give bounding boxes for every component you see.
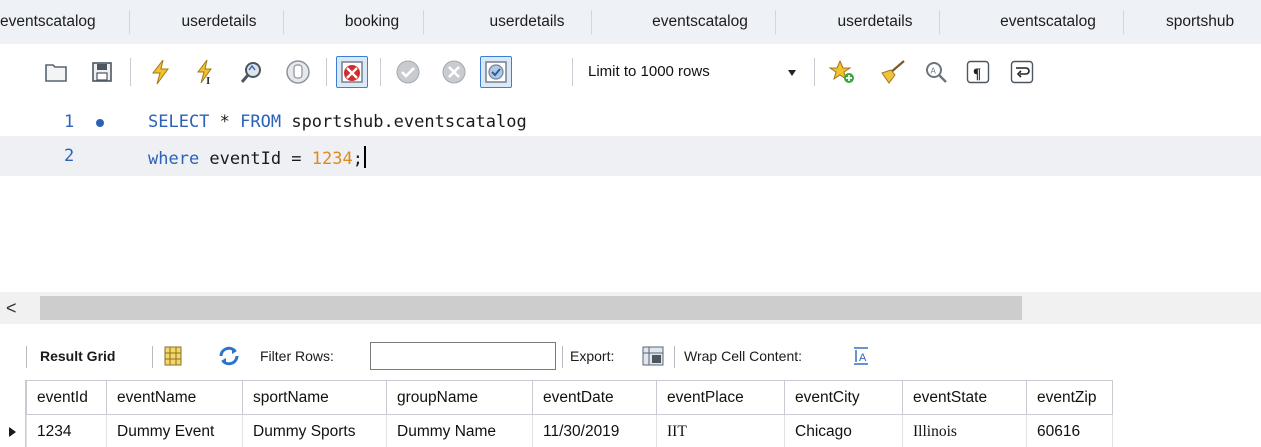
column-header-eventName[interactable]: eventName	[106, 380, 243, 415]
wrap-lines-icon	[1010, 60, 1034, 84]
svg-text:¶: ¶	[973, 66, 981, 82]
commit-icon	[396, 60, 420, 84]
grid-form-icon[interactable]	[164, 346, 182, 366]
tab-booking[interactable]: booking	[322, 0, 424, 44]
scroll-left-arrow[interactable]: <	[6, 298, 17, 319]
svg-text:A: A	[859, 352, 867, 364]
pilcrow-icon: ¶	[966, 60, 990, 84]
limit-rows-value: Limit to 1000 rows	[588, 63, 710, 80]
text-caret	[363, 146, 366, 168]
result-toolbar: Result Grid Filter Rows: Export: Wrap Ce…	[0, 338, 1261, 374]
tab-eventscatalog-3[interactable]: eventscatalog	[974, 0, 1124, 44]
search-icon: A	[926, 62, 947, 83]
refresh-icon[interactable]	[218, 346, 240, 366]
wrap-cell-icon[interactable]: A	[852, 346, 870, 366]
chevron-down-icon	[788, 70, 796, 76]
column-header-eventState[interactable]: eventState	[902, 380, 1027, 415]
cell-eventDate[interactable]: 11/30/2019	[532, 414, 657, 447]
tab-sportshub[interactable]: sportshub	[1166, 0, 1261, 44]
rollback-icon	[442, 60, 466, 84]
column-header-eventZip[interactable]: eventZip	[1026, 380, 1113, 415]
rollback-button[interactable]	[438, 56, 470, 88]
find-replace-button[interactable]: A	[920, 56, 952, 88]
cell-eventName[interactable]: Dummy Event	[106, 414, 243, 447]
filter-rows-input[interactable]	[370, 342, 556, 370]
export-icon[interactable]	[642, 346, 664, 366]
open-file-icon	[45, 64, 67, 82]
column-header-eventCity[interactable]: eventCity	[784, 380, 903, 415]
stop-on-error-icon	[341, 61, 363, 83]
cell-eventZip[interactable]: 60616	[1026, 414, 1113, 447]
wrap-lines-button[interactable]	[1006, 56, 1038, 88]
line-number: 2	[64, 146, 75, 166]
stop-on-error-toggle[interactable]	[336, 56, 368, 88]
line-number: 1	[64, 112, 75, 132]
column-header-eventPlace[interactable]: eventPlace	[656, 380, 785, 415]
svg-text:I: I	[206, 75, 210, 85]
filter-rows-label: Filter Rows:	[260, 348, 334, 364]
svg-text:A: A	[931, 67, 937, 76]
save-button[interactable]	[86, 56, 118, 88]
sql-editor-toolbar: I Limit to 1000 rows A ¶	[0, 46, 1261, 96]
execute-icon	[151, 59, 169, 85]
explain-icon	[240, 62, 261, 83]
result-grid-tab[interactable]: Result Grid	[40, 338, 115, 374]
query-tab-strip: eventscatalog userdetails booking userde…	[0, 0, 1261, 44]
execute-current-button[interactable]: I	[190, 56, 222, 88]
cell-eventCity[interactable]: Chicago	[784, 414, 903, 447]
sql-code: where eventId = 1234;	[148, 146, 366, 169]
beautify-button[interactable]	[826, 56, 858, 88]
beautify-icon	[828, 59, 854, 83]
row-selector-column	[0, 380, 26, 447]
sweep-button[interactable]	[876, 56, 908, 88]
export-label: Export:	[570, 348, 615, 364]
stop-button[interactable]	[282, 56, 314, 88]
column-header-eventId[interactable]: eventId	[26, 380, 107, 415]
invisible-chars-button[interactable]: ¶	[962, 56, 994, 88]
commit-button[interactable]	[392, 56, 424, 88]
stop-icon	[286, 60, 310, 84]
statement-marker-icon	[96, 119, 104, 127]
tab-userdetails-1[interactable]: userdetails	[156, 0, 284, 44]
table-row[interactable]: 1234 Dummy Event Dummy Sports Dummy Name…	[26, 414, 1113, 447]
editor-horizontal-scrollbar[interactable]: <	[0, 292, 1261, 324]
cell-eventPlace[interactable]: IIT	[656, 414, 785, 447]
execute-button[interactable]	[144, 56, 176, 88]
save-icon	[92, 62, 112, 82]
sql-code: SELECT * FROM sportshub.eventscatalog	[148, 112, 527, 132]
tab-userdetails-2[interactable]: userdetails	[464, 0, 592, 44]
tab-eventscatalog-1[interactable]: eventscatalog	[0, 0, 130, 44]
scrollbar-thumb[interactable]	[40, 296, 1022, 320]
open-file-button[interactable]	[40, 56, 72, 88]
wrap-cell-content-label: Wrap Cell Content:	[684, 348, 803, 364]
execute-current-icon: I	[197, 59, 212, 85]
cell-eventState[interactable]: Illinois	[902, 414, 1027, 447]
cell-groupName[interactable]: Dummy Name	[386, 414, 533, 447]
column-header-sportName[interactable]: sportName	[242, 380, 387, 415]
autocommit-icon	[485, 61, 507, 83]
current-row-arrow-icon	[9, 427, 16, 437]
editor-line-active[interactable]: 2 where eventId = 1234;	[0, 136, 1261, 176]
sql-editor[interactable]: 1 SELECT * FROM sportshub.eventscatalog …	[0, 96, 1261, 290]
limit-rows-select[interactable]: Limit to 1000 rows	[584, 58, 806, 86]
cell-sportName[interactable]: Dummy Sports	[242, 414, 387, 447]
explain-button[interactable]	[236, 56, 268, 88]
sweep-icon	[881, 60, 905, 84]
grid-header-row: eventId eventName sportName groupName ev…	[26, 380, 1113, 415]
tab-eventscatalog-2[interactable]: eventscatalog	[626, 0, 776, 44]
column-header-groupName[interactable]: groupName	[386, 380, 533, 415]
tab-userdetails-3[interactable]: userdetails	[812, 0, 940, 44]
result-grid: eventId eventName sportName groupName ev…	[26, 380, 1113, 447]
autocommit-toggle[interactable]	[480, 56, 512, 88]
cell-eventId[interactable]: 1234	[26, 414, 107, 447]
column-header-eventDate[interactable]: eventDate	[532, 380, 657, 415]
